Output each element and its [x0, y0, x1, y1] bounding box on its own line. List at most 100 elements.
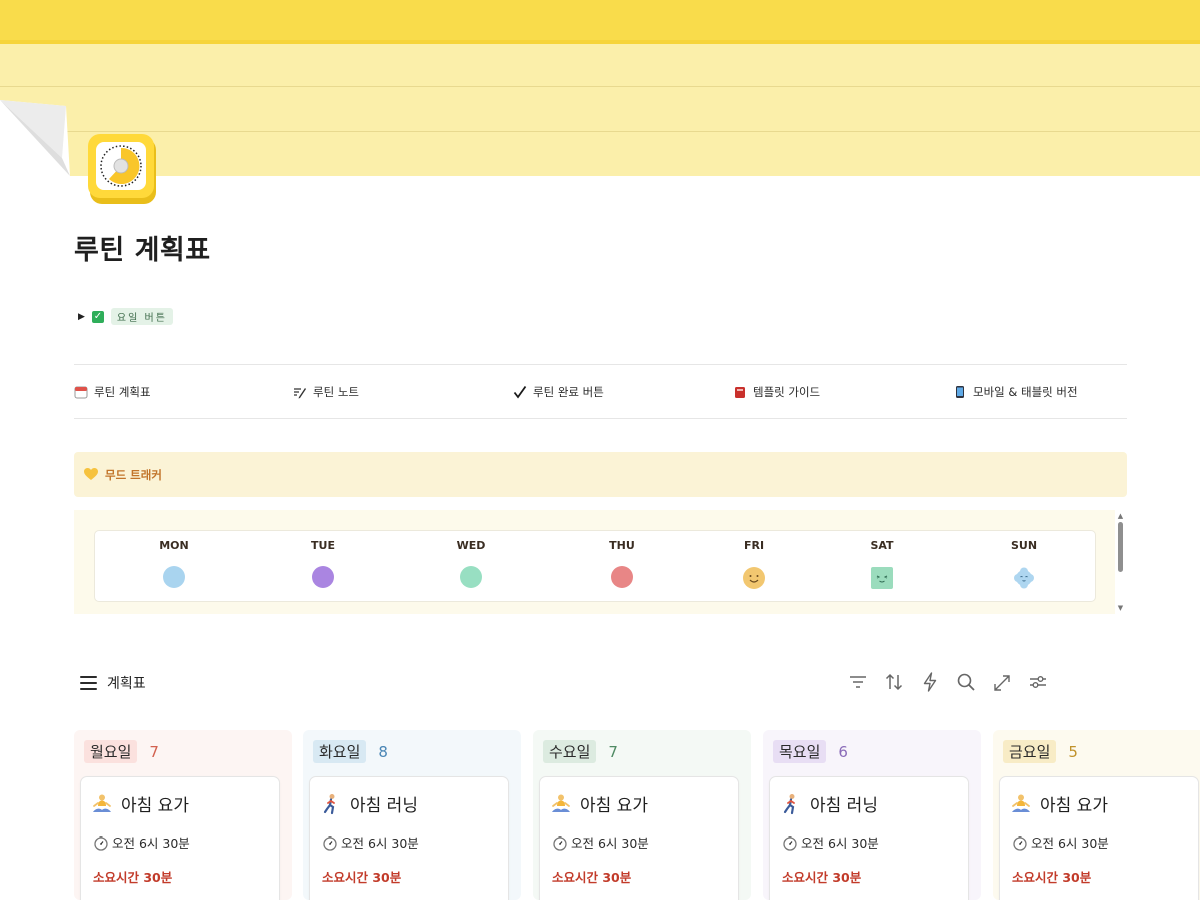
calendar-icon [74, 386, 88, 399]
weekday-toggle[interactable]: ▶ ✓ 요일 버튼 [78, 308, 173, 325]
smile-face-icon[interactable] [742, 566, 766, 590]
stopwatch-icon [1012, 835, 1028, 851]
column-header[interactable]: 수요일 7 [543, 740, 618, 763]
stopwatch-icon [552, 835, 568, 851]
nav-label: 루틴 노트 [313, 385, 359, 399]
nav-label: 템플릿 가이드 [753, 385, 821, 399]
board-title-label: 계획표 [107, 676, 146, 692]
cloud-face-icon[interactable] [1012, 566, 1036, 590]
board-column-friday: 금요일 5 아침 요가 오전 6시 30분 소요시간 30분 [993, 730, 1200, 900]
column-tag: 금요일 [1003, 740, 1057, 763]
board-column-wednesday: 수요일 7 아침 요가 오전 6시 30분 소요시간 30분 [533, 730, 751, 900]
board-column-tuesday: 화요일 8 아침 러닝 오전 6시 30분 소요시간 30분 [303, 730, 521, 900]
mood-day-sun[interactable]: SUN [994, 539, 1054, 590]
card-time: 오전 6시 30분 [322, 833, 419, 852]
day-label: SUN [1010, 539, 1038, 552]
expand-icon[interactable] [992, 671, 1012, 693]
nav-item-template-guide[interactable]: 템플릿 가이드 [733, 384, 820, 400]
pen-icon [294, 388, 306, 399]
card-title: 아침 러닝 [780, 791, 878, 816]
checkmark-icon [513, 385, 527, 399]
stopwatch-icon [322, 835, 338, 851]
nav-item-routine-note[interactable]: 루틴 노트 [293, 384, 359, 400]
card-title-text: 아침 요가 [580, 796, 648, 816]
nav-item-routine-plan[interactable]: 루틴 계획표 [74, 384, 151, 400]
square-face-icon[interactable] [870, 566, 894, 590]
mood-tracker-callout: 무드 트래커 [74, 452, 1127, 497]
card-title: 아침 요가 [1010, 791, 1108, 816]
mood-dot-icon[interactable] [163, 566, 185, 588]
mood-day-wed[interactable]: WED [441, 539, 501, 588]
column-header[interactable]: 목요일 6 [773, 740, 848, 763]
card-duration: 소요시간 30분 [322, 870, 402, 885]
filter-icon[interactable] [848, 671, 868, 693]
cover-top-band [0, 0, 1200, 40]
card-time: 오전 6시 30분 [93, 833, 190, 852]
timer-icon [88, 134, 156, 204]
routine-card[interactable]: 아침 러닝 오전 6시 30분 소요시간 30분 [309, 776, 509, 900]
embed-scrollbar[interactable]: ▲ ▼ [1116, 512, 1125, 614]
card-time-text: 오전 6시 30분 [341, 836, 419, 851]
cover-ruled-line [0, 131, 1200, 132]
card-duration: 소요시간 30분 [782, 870, 862, 885]
column-header[interactable]: 월요일 7 [84, 740, 159, 763]
cover-stripe [0, 40, 1200, 44]
sort-icon[interactable] [884, 671, 904, 693]
card-title: 아침 요가 [550, 791, 648, 816]
card-time-text: 오전 6시 30분 [112, 836, 190, 851]
scroll-down-icon[interactable]: ▼ [1116, 604, 1125, 612]
mood-dot-icon[interactable] [312, 566, 334, 588]
card-title-text: 아침 러닝 [350, 796, 418, 816]
mood-day-tue[interactable]: TUE [293, 539, 353, 588]
cover-image [0, 0, 1200, 176]
book-icon [735, 387, 745, 398]
routine-card[interactable]: 아침 요가 오전 6시 30분 소요시간 30분 [999, 776, 1199, 900]
card-title-text: 아침 요가 [121, 796, 189, 816]
day-label: TUE [311, 539, 335, 552]
day-label: FRI [743, 539, 765, 552]
yoga-icon [91, 793, 113, 815]
card-title: 아침 요가 [91, 791, 189, 816]
day-label: MON [159, 539, 189, 552]
column-tag: 월요일 [84, 740, 138, 763]
card-time: 오전 6시 30분 [782, 833, 879, 852]
automation-bolt-icon[interactable] [920, 671, 940, 693]
toggle-tag: 요일 버튼 [110, 308, 173, 325]
card-time: 오전 6시 30분 [1012, 833, 1109, 852]
board-view-title[interactable]: 계획표 [80, 673, 146, 693]
mood-dot-icon[interactable] [611, 566, 633, 588]
mood-day-sat[interactable]: SAT [852, 539, 912, 590]
column-count: 8 [378, 742, 388, 761]
day-label: SAT [870, 539, 894, 552]
running-icon [320, 793, 342, 815]
mood-dot-icon[interactable] [460, 566, 482, 588]
column-count: 7 [149, 742, 159, 761]
phone-icon [956, 386, 964, 398]
mood-tracker-label: 무드 트래커 [105, 467, 162, 482]
column-header[interactable]: 화요일 8 [313, 740, 388, 763]
scroll-thumb[interactable] [1118, 522, 1123, 572]
day-label: WED [456, 539, 486, 552]
routine-card[interactable]: 아침 러닝 오전 6시 30분 소요시간 30분 [769, 776, 969, 900]
mood-day-thu[interactable]: THU [592, 539, 652, 588]
scroll-up-icon[interactable]: ▲ [1116, 512, 1125, 520]
column-header[interactable]: 금요일 5 [1003, 740, 1078, 763]
settings-sliders-icon[interactable] [1028, 671, 1048, 693]
mood-day-mon[interactable]: MON [144, 539, 204, 588]
routine-card[interactable]: 아침 요가 오전 6시 30분 소요시간 30분 [539, 776, 739, 900]
card-duration: 소요시간 30분 [93, 870, 173, 885]
search-icon[interactable] [956, 671, 976, 693]
nav-label: 루틴 완료 버튼 [533, 385, 604, 399]
nav-item-mobile-version[interactable]: 모바일 & 태블릿 버전 [953, 384, 1078, 400]
routine-card[interactable]: 아침 요가 오전 6시 30분 소요시간 30분 [80, 776, 280, 900]
nav-links: 루틴 계획표 루틴 노트 루틴 완료 버튼 템플릿 가이드 모바일 & 태블릿 … [74, 364, 1127, 419]
toggle-triangle-icon[interactable]: ▶ [78, 312, 85, 322]
nav-item-complete-button[interactable]: 루틴 완료 버튼 [513, 384, 604, 400]
page-title: 루틴 계획표 [74, 235, 211, 266]
cover-ruled-line [0, 86, 1200, 87]
card-time-text: 오전 6시 30분 [801, 836, 879, 851]
mood-day-fri[interactable]: FRI [724, 539, 784, 590]
stopwatch-icon [782, 835, 798, 851]
column-tag: 수요일 [543, 740, 597, 763]
column-count: 7 [608, 742, 618, 761]
